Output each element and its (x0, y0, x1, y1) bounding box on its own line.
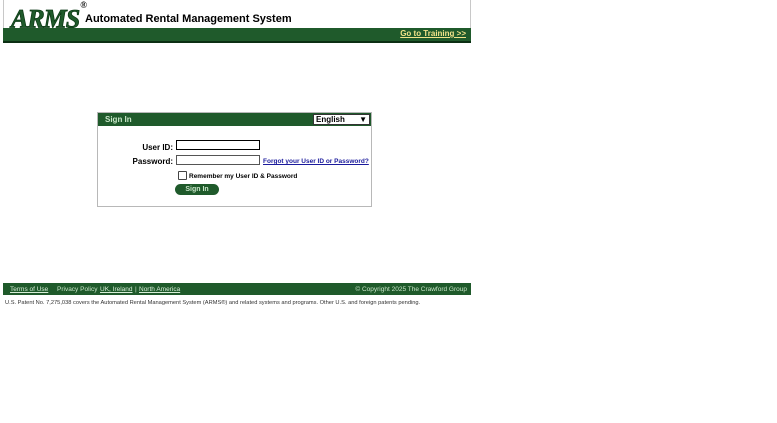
footer-bar: Terms of Use Privacy Policy UK, Ireland … (3, 283, 471, 295)
privacy-uk-ireland-link[interactable]: UK, Ireland (100, 286, 133, 293)
password-input[interactable] (176, 155, 260, 165)
chevron-down-icon: ▼ (359, 115, 367, 124)
user-id-input[interactable] (176, 140, 260, 150)
app-title: Automated Rental Management System (85, 13, 292, 25)
signin-panel-header: Sign In English ▼ (98, 113, 371, 126)
patent-notice: U.S. Patent No. 7,275,038 covers the Aut… (5, 300, 421, 306)
footer-separator: | (135, 286, 137, 293)
terms-of-use-link[interactable]: Terms of Use (10, 286, 48, 293)
registered-mark: ® (80, 0, 87, 10)
sign-in-button[interactable]: Sign In (175, 184, 219, 195)
remember-me-checkbox[interactable] (178, 171, 187, 180)
signin-panel: Sign In English ▼ User ID: Password: For… (97, 112, 372, 207)
privacy-north-america-link[interactable]: North America (139, 286, 180, 293)
copyright-text: © Copyright 2025 The Crawford Group (355, 286, 467, 293)
language-select[interactable]: English ▼ (313, 114, 370, 125)
language-selected: English (316, 115, 345, 124)
forgot-credentials-link[interactable]: Forgot your User ID or Password? (263, 158, 369, 165)
top-nav-bar: Go to Training >> (3, 28, 471, 43)
signin-panel-title: Sign In (105, 115, 132, 124)
password-label: Password: (132, 157, 173, 166)
remember-me-label: Remember my User ID & Password (189, 173, 298, 180)
privacy-policy-label: Privacy Policy (57, 286, 98, 293)
user-id-label: User ID: (142, 143, 173, 152)
arms-logo: ARMS® (11, 0, 87, 33)
go-to-training-link[interactable]: Go to Training >> (400, 29, 466, 38)
